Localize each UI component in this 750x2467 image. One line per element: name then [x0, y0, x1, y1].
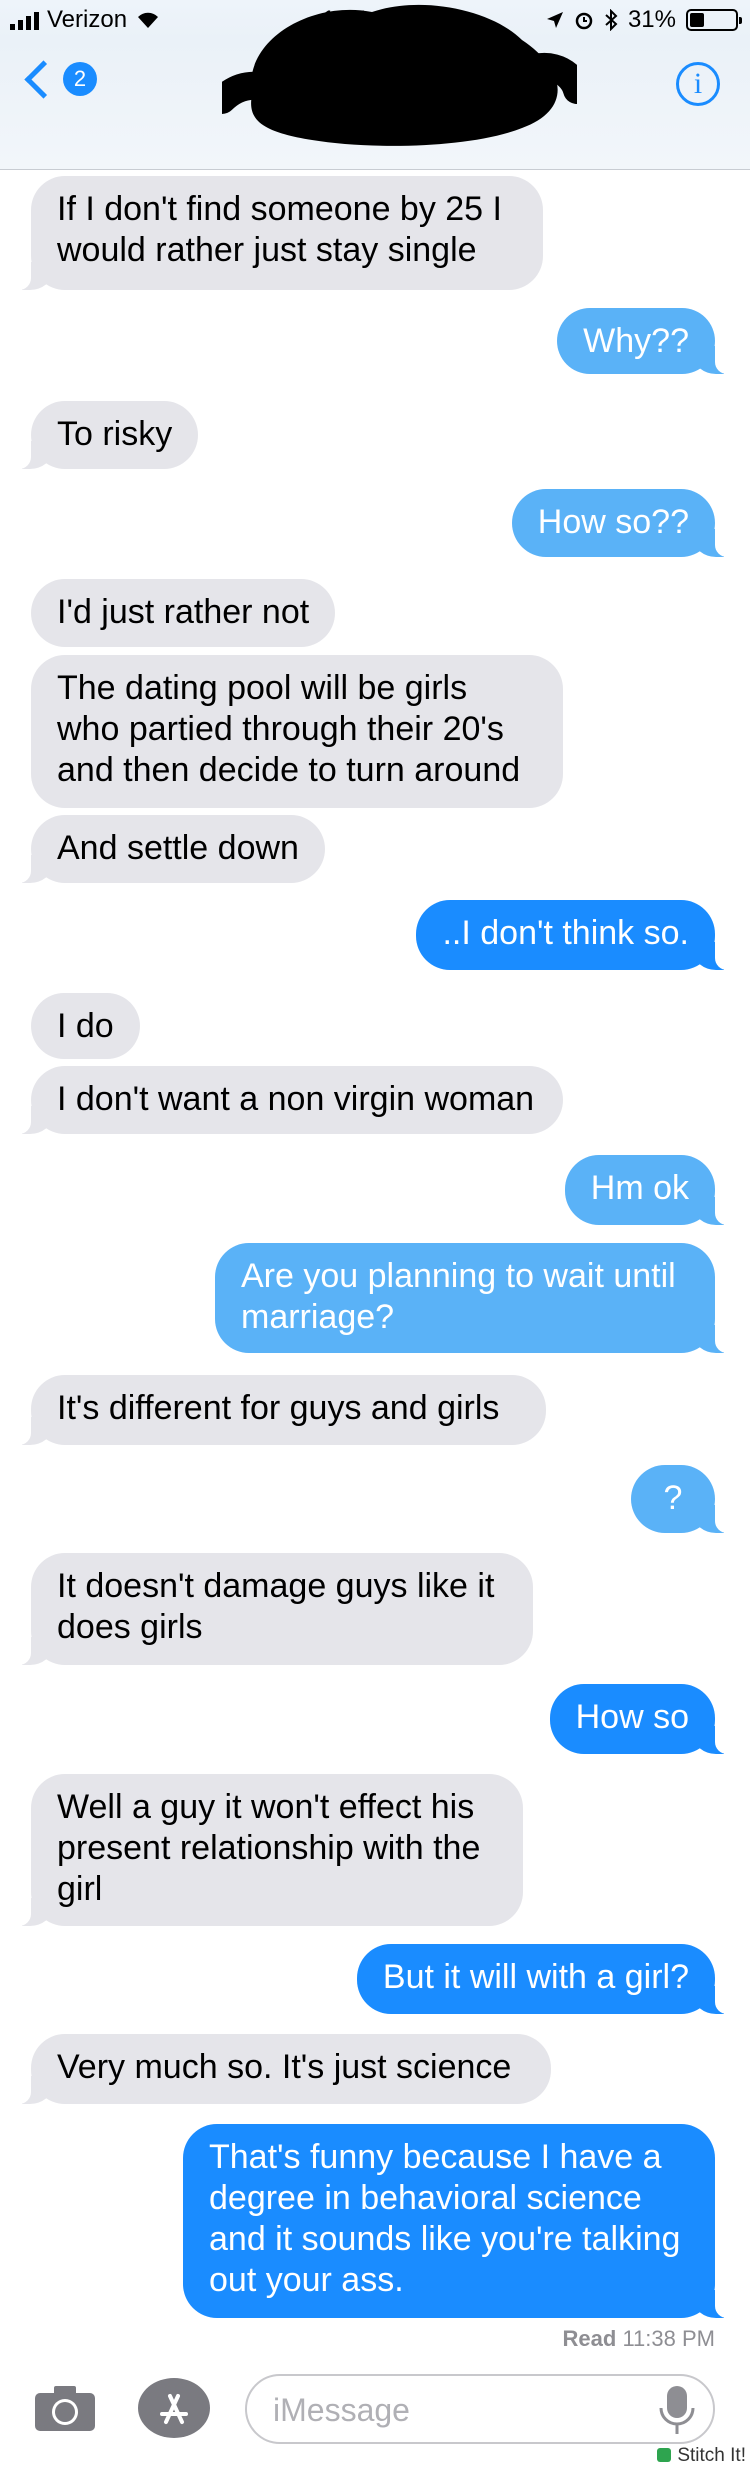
- battery-icon: [686, 9, 742, 31]
- message-outgoing: Are you planning to wait until marriage?: [215, 1243, 737, 1353]
- microphone-icon[interactable]: [655, 2384, 699, 2436]
- message-incoming: And settle down: [9, 815, 325, 883]
- message-incoming: Very much so. It's just science: [9, 2034, 551, 2104]
- compose-bar: Stitch It!: [0, 2360, 750, 2467]
- message-incoming: Well a guy it won't effect his present r…: [9, 1774, 523, 1926]
- message-outgoing: How so: [549, 1684, 738, 1754]
- stitch-logo-icon: [657, 2448, 672, 2462]
- message-incoming: I don't want a non virgin woman: [9, 1066, 563, 1134]
- message-incoming: I'd just rather not: [31, 579, 336, 647]
- read-time: 11:38 PM: [622, 2326, 715, 2351]
- message-incoming: It's different for guys and girls: [9, 1375, 546, 1445]
- camera-icon[interactable]: [34, 2384, 96, 2432]
- message-outgoing: ..I don't think so.: [416, 900, 737, 970]
- message-incoming: I do: [31, 993, 140, 1059]
- message-outgoing: That's funny because I have a degree in …: [183, 2124, 737, 2318]
- message-incoming: The dating pool will be girls who partie…: [31, 655, 563, 808]
- message-outgoing: How so??: [511, 489, 738, 557]
- message-outgoing: Hm ok: [564, 1155, 738, 1225]
- message-incoming: If I don't find someone by 25 I would ra…: [9, 176, 543, 290]
- wifi-icon: [138, 12, 159, 28]
- read-label: Read: [562, 2326, 617, 2351]
- watermark: Stitch It!: [651, 2444, 750, 2467]
- carrier-label: Verizon: [47, 6, 128, 33]
- bluetooth-icon: [605, 9, 618, 31]
- message-incoming: To risky: [8, 401, 199, 469]
- chevron-left-icon: [24, 59, 63, 99]
- message-input-field: [245, 2374, 715, 2444]
- status-left: Verizon: [10, 6, 161, 34]
- message-input[interactable]: [271, 2386, 635, 2434]
- unread-badge: 2: [63, 62, 97, 96]
- message-outgoing: ?: [631, 1465, 737, 1533]
- message-incoming: It doesn't damage guys like it does girl…: [9, 1553, 533, 1665]
- message-outgoing: But it will with a girl?: [356, 1944, 738, 2014]
- battery-percent: 31%: [627, 6, 676, 33]
- message-outgoing: Why??: [557, 308, 737, 374]
- back-button[interactable]: 2: [22, 59, 97, 99]
- read-receipt: Read 11:38 PM: [563, 2326, 715, 2352]
- app-store-icon[interactable]: [138, 2378, 210, 2438]
- info-button[interactable]: i: [676, 62, 720, 106]
- redaction-scribble: [222, 4, 577, 146]
- signal-icon: [10, 10, 39, 30]
